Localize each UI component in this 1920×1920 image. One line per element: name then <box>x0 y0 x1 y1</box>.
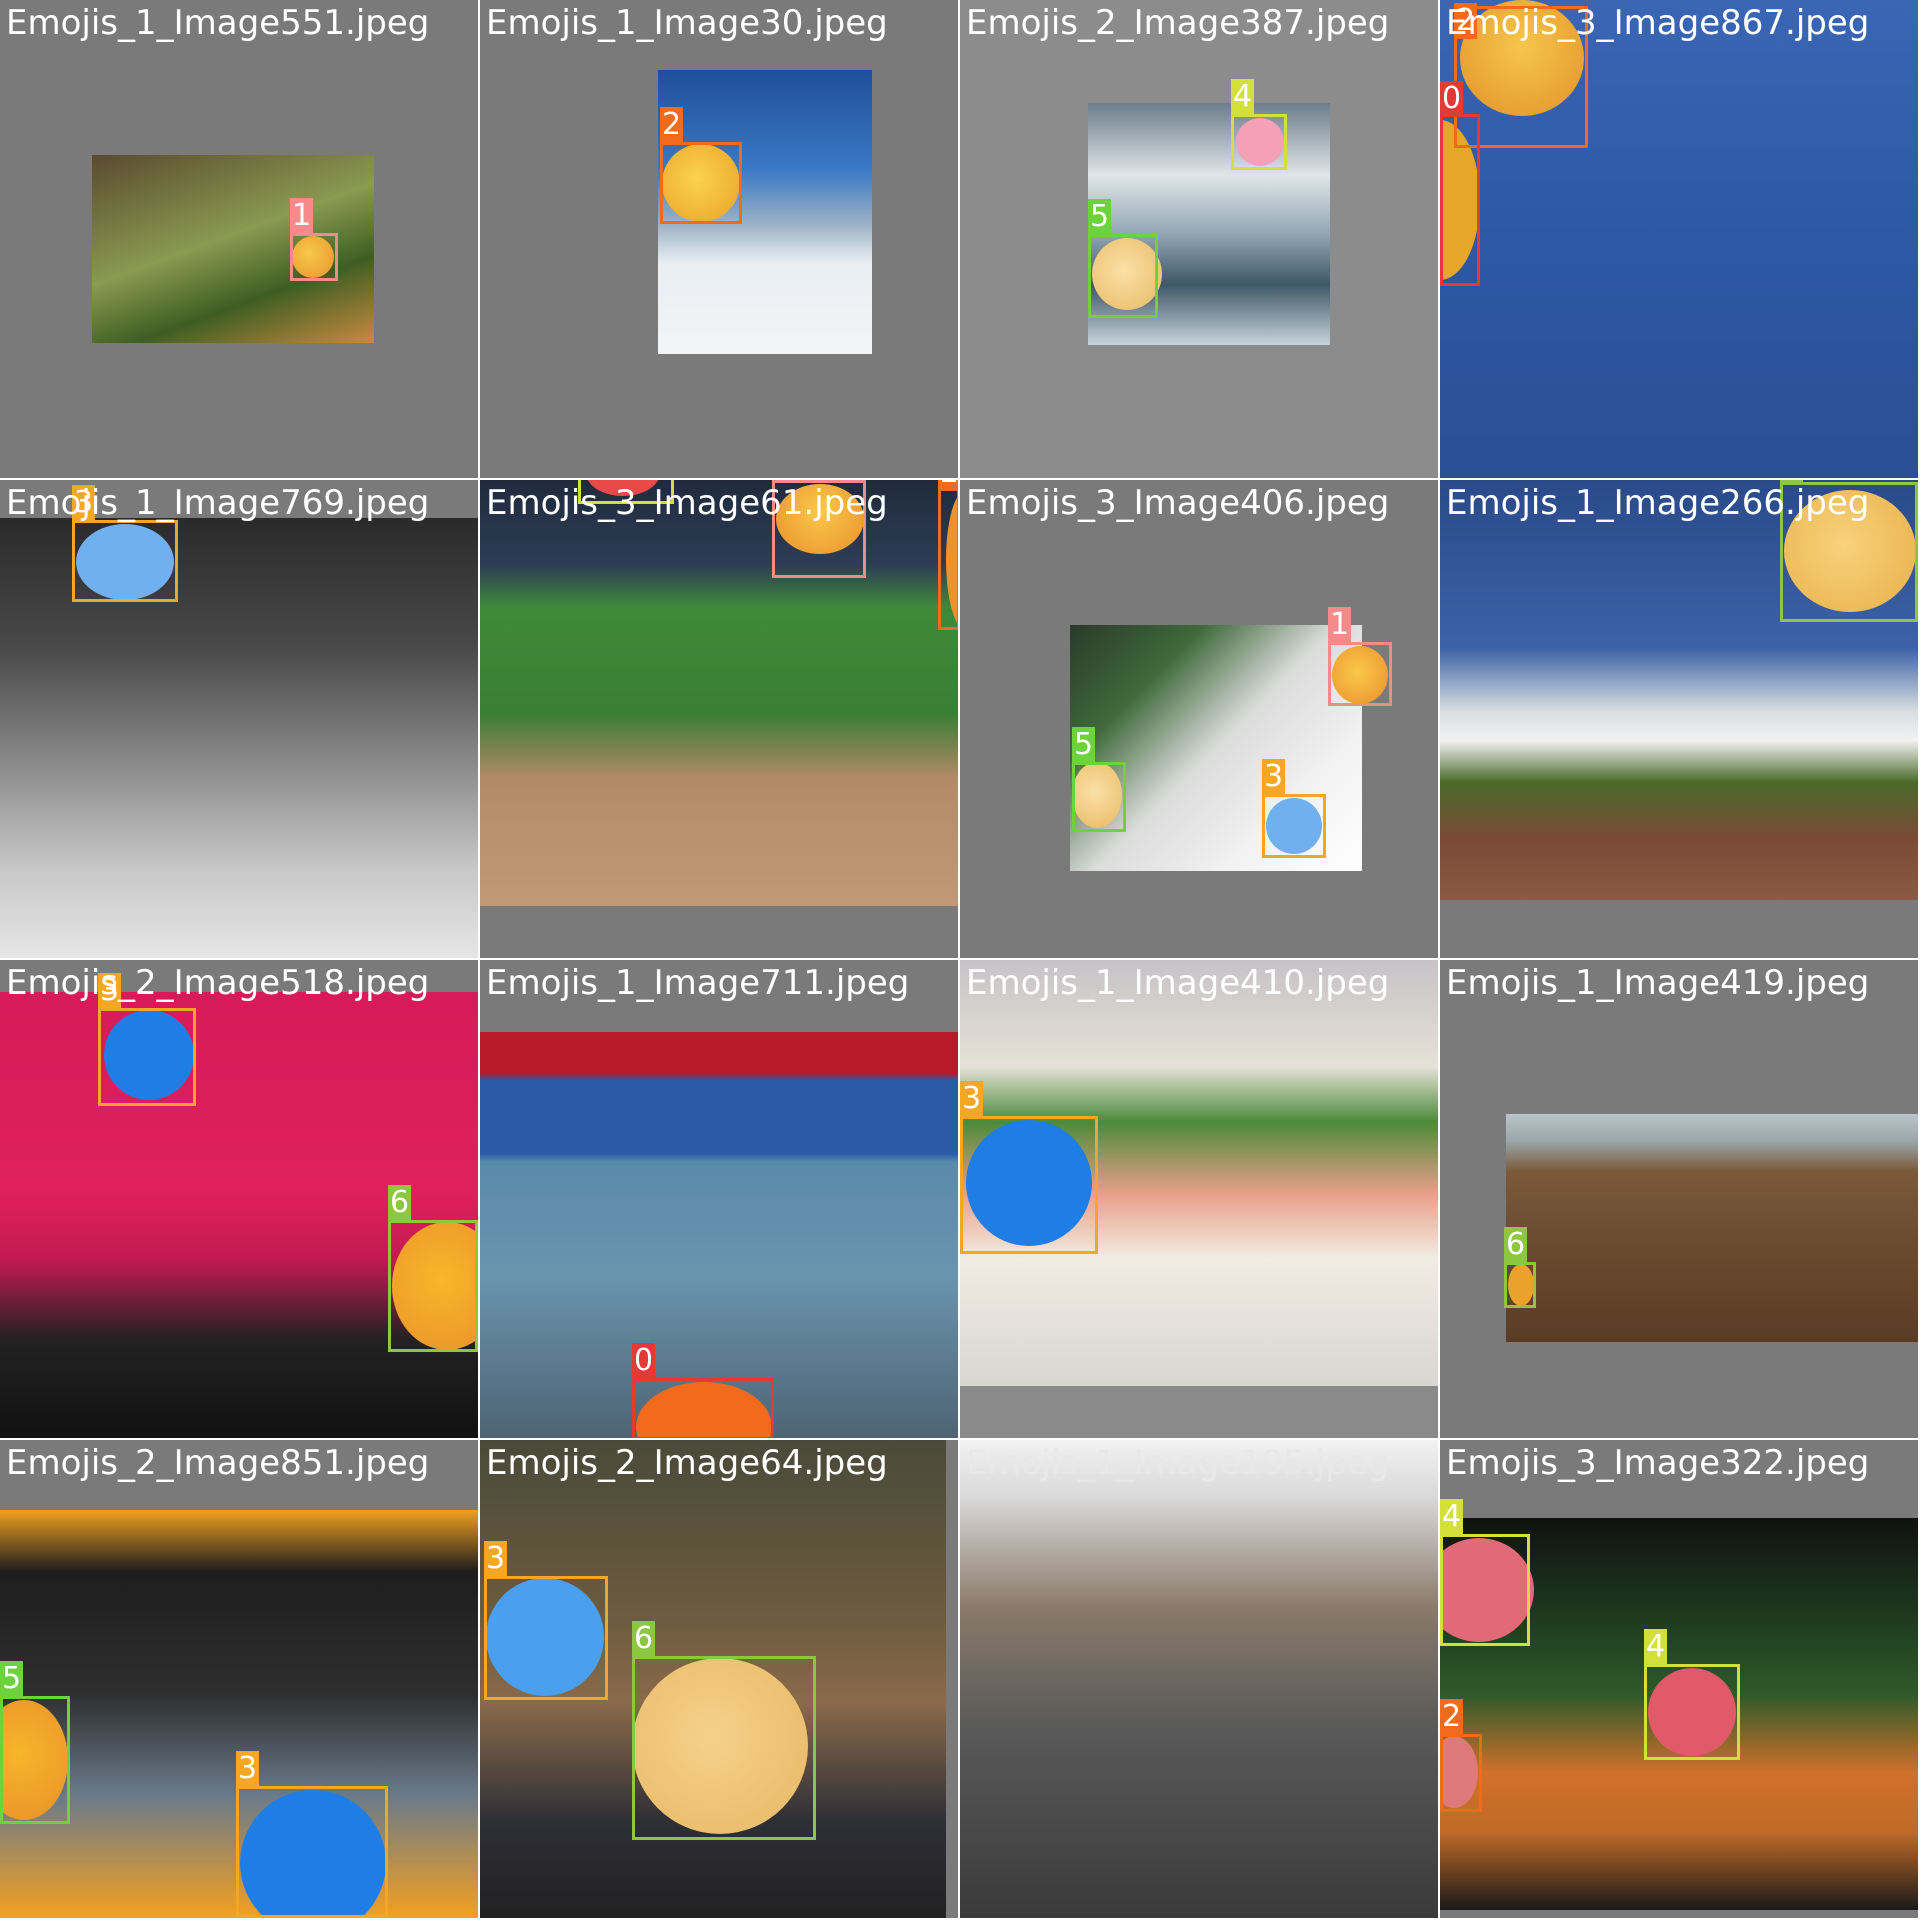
bbox-class-label: 2 <box>660 107 684 143</box>
image-filename: Emojis_2_Image64.jpeg <box>486 1443 888 1483</box>
bbox-class-label: 5 <box>1088 199 1112 235</box>
image-filename: Emojis_3_Image406.jpeg <box>966 483 1390 523</box>
bbox: 1 <box>290 198 338 281</box>
image-filename: Emojis_3_Image867.jpeg <box>1446 3 1870 43</box>
bbox: 5 <box>1072 727 1126 832</box>
image-filename: Emojis_1_Image769.jpeg <box>6 483 430 523</box>
bbox-class-label: 0 <box>1440 81 1464 117</box>
bbox-class-label: 6 <box>388 1185 412 1221</box>
image-filename: Emojis_1_Image30.jpeg <box>486 3 888 43</box>
bbox: 5 <box>1088 199 1158 318</box>
image-filename: Emojis_2_Image851.jpeg <box>6 1443 430 1483</box>
bbox: 3 <box>98 973 196 1106</box>
bbox-class-label: 1 <box>290 198 314 234</box>
image-filename: Emojis_3_Image61.jpeg <box>486 483 888 523</box>
tile: 3 Emojis_1_Image410.jpeg <box>960 960 1438 1438</box>
bbox: 2 <box>1440 1699 1482 1812</box>
bbox: 1 <box>1328 607 1392 706</box>
image-filename: Emojis_2_Image518.jpeg <box>6 963 430 1003</box>
bbox-class-label: 6 <box>1504 1227 1528 1263</box>
bbox: 6 <box>632 1621 816 1840</box>
bbox: 2 <box>938 480 958 630</box>
bbox-class-label: 5 <box>1072 727 1096 763</box>
bbox-class-label: 5 <box>0 1661 24 1697</box>
tile: 2 0 Emojis_3_Image867.jpeg <box>1440 0 1918 478</box>
tile: 1 5 3 Emojis_3_Image406.jpeg <box>960 480 1438 958</box>
bbox: 4 <box>1231 79 1287 170</box>
image-filename: Emojis_1_Image266.jpeg <box>1446 483 1870 523</box>
bbox: 3 <box>1262 759 1326 858</box>
tile: 4 5 Emojis_2_Image387.jpeg <box>960 0 1438 478</box>
bbox-class-label: 1 <box>1328 607 1352 643</box>
bbox: 4 <box>1644 1629 1740 1760</box>
bbox-class-label: 4 <box>1644 1629 1668 1665</box>
image-filename: Emojis_2_Image387.jpeg <box>966 3 1390 43</box>
bbox: 3 <box>72 485 178 602</box>
bbox: 2 <box>660 107 742 224</box>
tile: 2 Emojis_1_Image30.jpeg <box>480 0 958 478</box>
tile: 1 4 2 Emojis_3_Image61.jpeg <box>480 480 958 958</box>
bbox: 3 <box>960 1081 1098 1254</box>
bbox: 3 <box>236 1751 388 1918</box>
bbox-class-label: 2 <box>1440 1699 1464 1735</box>
bbox: 6 <box>388 1185 478 1352</box>
tile: 6 Emojis_1_Image266.jpeg <box>1440 480 1918 958</box>
tile: 3 6 Emojis_2_Image518.jpeg <box>0 960 478 1438</box>
image-filename: Emojis_3_Image322.jpeg <box>1446 1443 1870 1483</box>
detection-mosaic: 1 Emojis_1_Image551.jpeg 2 Emojis_1_Imag… <box>0 0 1920 1920</box>
bbox-class-label: 2 <box>938 480 958 491</box>
bbox: 0 <box>632 1343 774 1438</box>
bbox-class-label: 3 <box>1262 759 1286 795</box>
bbox-class-label: 4 <box>1440 1499 1464 1535</box>
image-filename: Emojis_1_Image410.jpeg <box>966 963 1390 1003</box>
tile: 4 4 2 Emojis_3_Image322.jpeg <box>1440 1440 1918 1918</box>
bbox-class-label: 6 <box>632 1621 656 1657</box>
tile: 6 Emojis_1_Image419.jpeg <box>1440 960 1918 1438</box>
bbox: 6 <box>1504 1227 1536 1308</box>
bbox-class-label: 3 <box>484 1541 508 1577</box>
image-filename: Emojis_1_Image711.jpeg <box>486 963 910 1003</box>
bbox: 0 <box>1440 81 1480 286</box>
tile: 3 Emojis_1_Image769.jpeg <box>0 480 478 958</box>
bbox: 4 <box>1440 1499 1530 1646</box>
photo-studio-photo <box>960 1440 1438 1918</box>
tile: 5 3 Emojis_2_Image851.jpeg <box>0 1440 478 1918</box>
baseball-photo <box>480 480 958 906</box>
bbox-class-label: 3 <box>960 1081 984 1117</box>
image-filename: Emojis_1_Image195.jpeg <box>966 1443 1390 1483</box>
tile: 0 Emojis_1_Image711.jpeg <box>480 960 958 1438</box>
bbox-class-label: 4 <box>1231 79 1255 115</box>
bbox-class-label: 3 <box>236 1751 260 1787</box>
tile: 1 Emojis_1_Image551.jpeg <box>0 0 478 478</box>
bbox: 5 <box>0 1661 70 1824</box>
image-filename: Emojis_1_Image419.jpeg <box>1446 963 1870 1003</box>
tile: 3 6 Emojis_2_Image64.jpeg <box>480 1440 958 1918</box>
bbox-class-label: 0 <box>632 1343 656 1379</box>
tile: Emojis_1_Image195.jpeg <box>960 1440 1438 1918</box>
beach-photo <box>1506 1114 1918 1342</box>
bbox: 3 <box>484 1541 608 1700</box>
image-filename: Emojis_1_Image551.jpeg <box>6 3 430 43</box>
